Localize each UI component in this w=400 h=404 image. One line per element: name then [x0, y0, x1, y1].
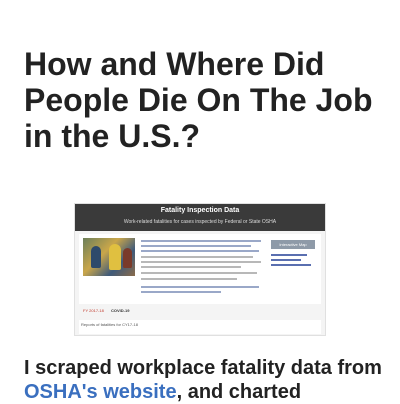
worker-figure [91, 246, 101, 268]
screenshot-content-panel: Interactive Map [79, 234, 321, 304]
intro-paragraph: I scraped workplace fatality data from O… [24, 356, 384, 404]
text-line [141, 261, 261, 263]
screenshot-footer: Reports of fatalities for CY17-18 [79, 320, 321, 334]
text-line [141, 245, 251, 247]
text-line [141, 266, 241, 268]
text-line [141, 256, 253, 258]
text-line [141, 278, 237, 280]
article-title: How and Where Did People Die On The Job … [24, 46, 373, 154]
tab-covid-19[interactable]: COVID-19 [111, 308, 129, 313]
link-line[interactable] [271, 254, 307, 256]
osha-website-screenshot: Fatality Inspection Data Work-related fa… [74, 203, 326, 336]
tab-fy-2017-18[interactable]: FY 2017-18 [83, 308, 104, 313]
intro-text-start: I scraped workplace fatality data from [24, 357, 382, 379]
link-line[interactable] [271, 259, 301, 261]
interactive-map-button[interactable]: Interactive Map [271, 240, 315, 249]
worker-figure [109, 244, 121, 270]
link-line[interactable] [271, 264, 311, 266]
screenshot-header-title: Fatality Inspection Data [160, 207, 240, 214]
workers-photo [83, 238, 135, 276]
screenshot-tabs: FY 2017-18 COVID-19 [79, 308, 321, 316]
text-line [141, 291, 221, 293]
text-line [141, 286, 259, 288]
screenshot-footer-text: Reports of fatalities for CY17-18 [81, 322, 138, 327]
screenshot-header-subtitle: Work-related fatalities for cases inspec… [123, 219, 277, 225]
text-line [141, 240, 261, 242]
screenshot-header: Fatality Inspection Data Work-related fa… [75, 204, 325, 231]
worker-figure [123, 248, 132, 268]
text-line [141, 250, 259, 252]
text-line [141, 272, 257, 274]
